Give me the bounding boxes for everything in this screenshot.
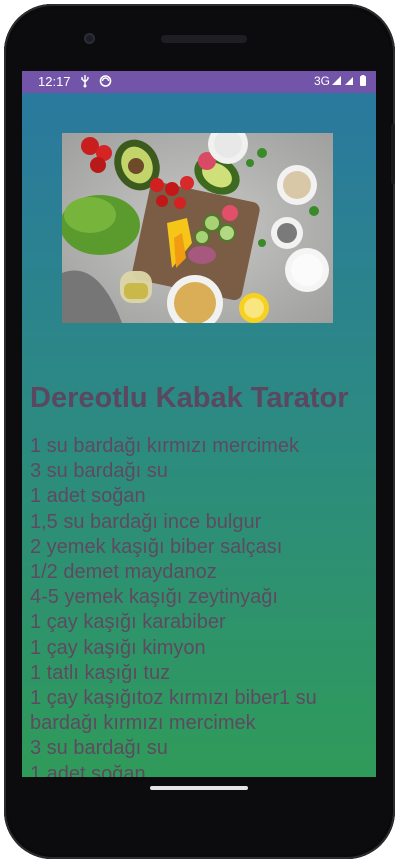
- ingredient-item: 2 yemek kaşığı biber salçası: [30, 535, 283, 558]
- ingredient-item: 1 adet soğan: [30, 485, 146, 508]
- sync-icon: [99, 74, 112, 91]
- ingredient-item: 1,5 su bardağı ince bulgur: [30, 510, 262, 533]
- ingredient-item: 1 adet soğan: [30, 762, 146, 777]
- home-indicator[interactable]: [150, 786, 248, 790]
- status-time: 12:17: [38, 74, 71, 89]
- ingredient-item: 3 su bardağı su: [30, 460, 168, 483]
- recipe-title: Dereotlu Kabak Tarator: [30, 382, 349, 414]
- app-screen: 12:17 3G Dereotlu Kabak Tarator 1 su bar…: [22, 71, 376, 777]
- ingredient-item: 1 çay kaşığıtoz kırmızı biber1 su bardağ…: [30, 687, 317, 735]
- network-type: 3G: [313, 74, 330, 88]
- ingredient-item: 1 çay kaşığı kimyon: [30, 636, 206, 659]
- recipe-image: [62, 133, 333, 323]
- front-camera: [84, 33, 95, 44]
- ingredient-item: 3 su bardağı su: [30, 737, 168, 760]
- status-bar: 12:17 3G: [22, 71, 376, 93]
- wifi-icon: [331, 74, 342, 91]
- earpiece-speaker: [161, 35, 247, 43]
- ingredient-item: 4-5 yemek kaşığı zeytinyağı: [30, 586, 278, 609]
- ingredient-item: 1 çay kaşığı karabiber: [30, 611, 226, 634]
- ingredient-list: 1 su bardağı kırmızı mercimek 3 su barda…: [30, 434, 350, 777]
- usb-icon: [79, 74, 91, 91]
- volume-button: [391, 124, 395, 184]
- ingredient-item: 1/2 demet maydanoz: [30, 561, 217, 584]
- signal-icon: [344, 74, 354, 91]
- battery-icon: [359, 74, 367, 91]
- ingredient-item: 1 su bardağı kırmızı mercimek: [30, 435, 299, 457]
- ingredient-item: 1 tatlı kaşığı tuz: [30, 661, 171, 684]
